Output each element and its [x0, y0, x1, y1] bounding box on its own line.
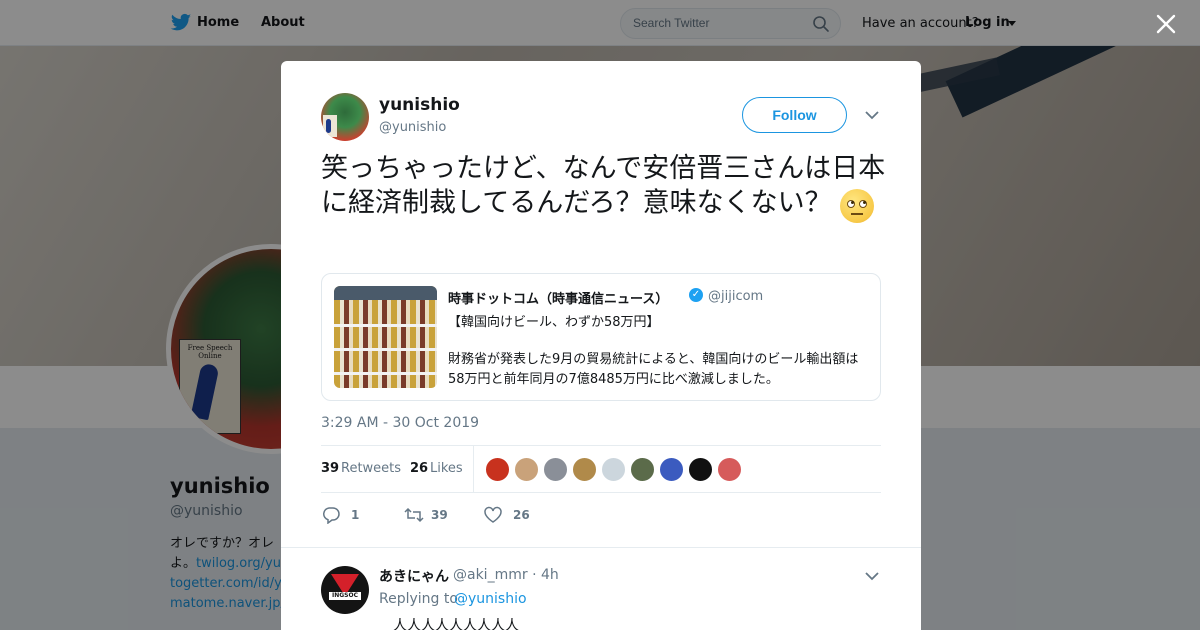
reply-icon [322, 507, 340, 524]
reply-author-handle[interactable]: @aki_mmr [453, 567, 528, 583]
reply-text: ＿人人人人人人人人人＿ [379, 618, 533, 630]
liker-avatar[interactable] [630, 457, 655, 482]
like-button[interactable]: 26 [483, 505, 553, 525]
stats-divider [473, 446, 474, 493]
retweets-count[interactable]: 39 [321, 461, 339, 476]
reply-author-name[interactable]: あきにゃん [379, 566, 449, 586]
quoted-tweet-image[interactable] [334, 286, 437, 388]
retweet-button[interactable]: 39 [403, 505, 473, 525]
avatar-logo-text: INGSOC [331, 592, 358, 599]
quoted-tweet[interactable]: 時事ドットコム（時事通信ニュース） ✓ @jijicom 【韓国向けビール、わず… [321, 273, 881, 401]
close-icon[interactable] [1154, 12, 1178, 36]
reply-count: 1 [351, 508, 360, 522]
heart-icon [484, 506, 502, 523]
likes-count[interactable]: 26 [410, 461, 428, 476]
reply-time[interactable]: · 4h [532, 567, 559, 583]
verified-badge-icon: ✓ [689, 288, 703, 302]
rolling-eyes-emoji-icon [840, 189, 875, 223]
tweet-author-avatar[interactable] [321, 93, 369, 141]
quoted-tweet-body: 財務省が発表した9月の貿易統計によると、韓国向けのビール輸出額は58万円と前年同… [448, 352, 859, 387]
replying-to-label: Replying to [379, 591, 458, 607]
liker-avatar[interactable] [514, 457, 539, 482]
ribbon-icon [326, 119, 331, 133]
retweet-icon [404, 507, 424, 523]
likes-label[interactable]: Likes [430, 461, 463, 476]
reply-tweet[interactable]: INGSOC あきにゃん @aki_mmr · 4h Replying to @… [281, 547, 921, 630]
reply-author-avatar[interactable]: INGSOC [321, 566, 369, 614]
liker-avatar[interactable] [485, 457, 510, 482]
quoted-tweet-headline: 【韓国向けビール、わずか58万円】 [448, 315, 660, 330]
tweet-modal: yunishio @yunishio Follow 笑っちゃったけど、なんで安倍… [281, 61, 921, 630]
replying-to-user-link[interactable]: @yunishio [454, 591, 527, 607]
tweet-timestamp[interactable]: 3:29 AM - 30 Oct 2019 [321, 415, 479, 431]
retweets-label[interactable]: Retweets [341, 461, 401, 476]
reply-button[interactable]: 1 [321, 505, 381, 525]
liker-avatar[interactable] [543, 457, 568, 482]
tweet-text: 笑っちゃったけど、なんで安倍晋三さんは日本に経済制裁してるんだろ？意味なくない？ [321, 153, 886, 223]
quoted-author-name[interactable]: 時事ドットコム（時事通信ニュース） [448, 288, 668, 307]
image-detail [334, 372, 437, 375]
tweet-text-body: 笑っちゃったけど、なんで安倍晋三さんは日本に経済制裁してるんだろ？意味なくない？ [321, 153, 886, 219]
liker-avatar[interactable] [688, 457, 713, 482]
like-count: 26 [513, 508, 530, 522]
quoted-author-handle[interactable]: @jijicom [708, 289, 763, 304]
liker-avatar[interactable] [659, 457, 684, 482]
image-detail [334, 348, 437, 351]
reply-author-handle-time[interactable]: @aki_mmr · 4h [453, 567, 559, 583]
tweet-author-name[interactable]: yunishio [379, 95, 460, 115]
tweet-stats: 39 Retweets 26 Likes [321, 445, 881, 493]
liker-avatar[interactable] [572, 457, 597, 482]
tweet-author-handle[interactable]: @yunishio [379, 120, 446, 135]
tweet-actions: 1 39 26 [321, 505, 881, 525]
image-detail [334, 324, 437, 327]
chevron-down-icon[interactable] [864, 570, 880, 582]
liker-avatar[interactable] [717, 457, 742, 482]
retweet-count: 39 [431, 508, 448, 522]
chevron-down-icon[interactable] [864, 109, 880, 121]
liker-avatar[interactable] [601, 457, 626, 482]
image-detail [334, 286, 437, 300]
follow-button[interactable]: Follow [742, 97, 847, 133]
